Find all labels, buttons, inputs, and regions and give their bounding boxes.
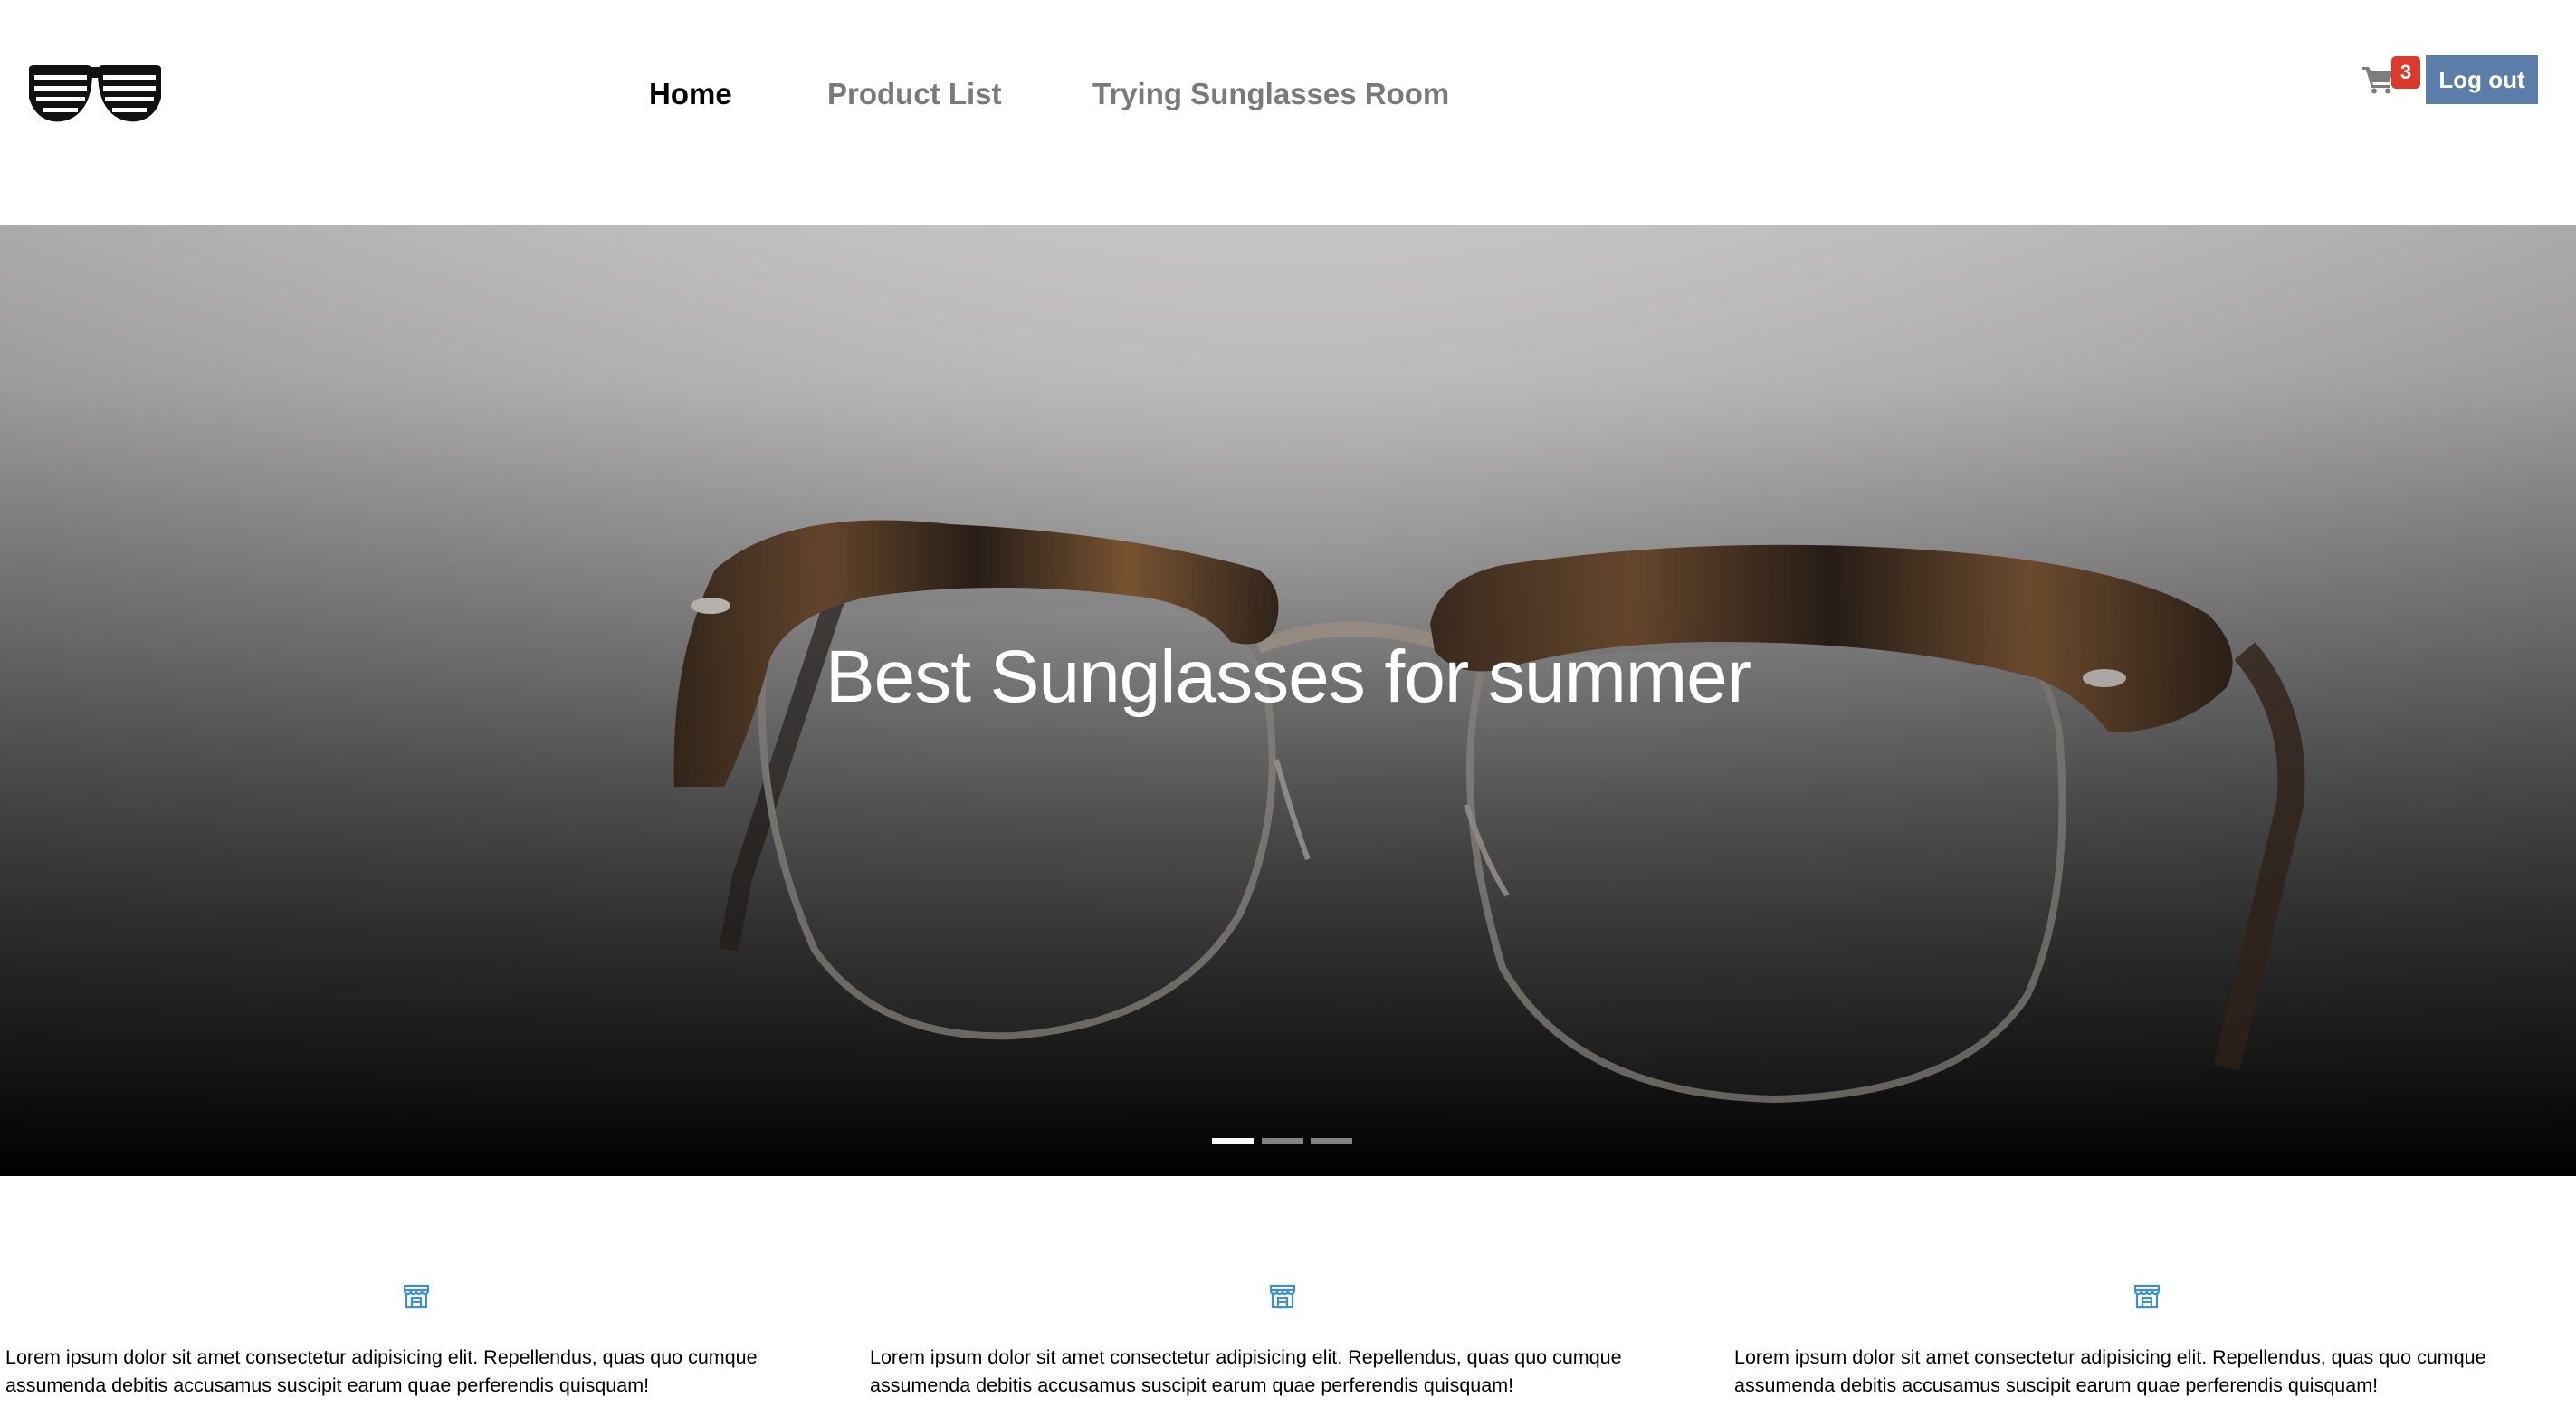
cart-icon — [2362, 67, 2393, 94]
feature-text: Lorem ipsum dolor sit amet consectetur a… — [870, 1345, 1622, 1396]
cart-button[interactable]: 3 — [2361, 56, 2420, 101]
feature-card: Lorem ipsum dolor sit amet consectetur a… — [5, 1176, 847, 1407]
carousel-indicator-3[interactable] — [1311, 1138, 1352, 1144]
feature-card: Lorem ipsum dolor sit amet consectetur a… — [870, 1176, 1712, 1407]
hero-carousel[interactable]: Best Sunglasses for summer — [0, 225, 2576, 1176]
nav-home[interactable]: Home — [649, 71, 732, 118]
feature-text: Lorem ipsum dolor sit amet consectetur a… — [5, 1345, 758, 1396]
logout-button[interactable]: Log out — [2426, 55, 2538, 104]
features-section: Lorem ipsum dolor sit amet consectetur a… — [0, 1176, 2576, 1407]
nav-product-list[interactable]: Product List — [827, 71, 1002, 118]
site-header: Home Product List Trying Sunglasses Room… — [0, 0, 2576, 225]
carousel-indicator-2[interactable] — [1262, 1138, 1303, 1144]
nav-trying-sunglasses-room[interactable]: Trying Sunglasses Room — [1092, 71, 1449, 118]
feature-text: Lorem ipsum dolor sit amet consectetur a… — [1734, 1345, 2486, 1396]
feature-card: Lorem ipsum dolor sit amet consectetur a… — [1734, 1176, 2576, 1407]
store-icon — [2133, 1284, 2161, 1309]
hero-caption: Best Sunglasses for summer — [825, 636, 1751, 718]
cart-count-badge: 3 — [2391, 56, 2420, 89]
carousel-indicator-1[interactable] — [1212, 1138, 1254, 1144]
store-icon — [1269, 1284, 1296, 1309]
store-icon — [403, 1284, 430, 1309]
carousel-indicators — [1212, 1138, 1366, 1147]
main-nav: Home Product List Trying Sunglasses Room — [0, 71, 2576, 118]
